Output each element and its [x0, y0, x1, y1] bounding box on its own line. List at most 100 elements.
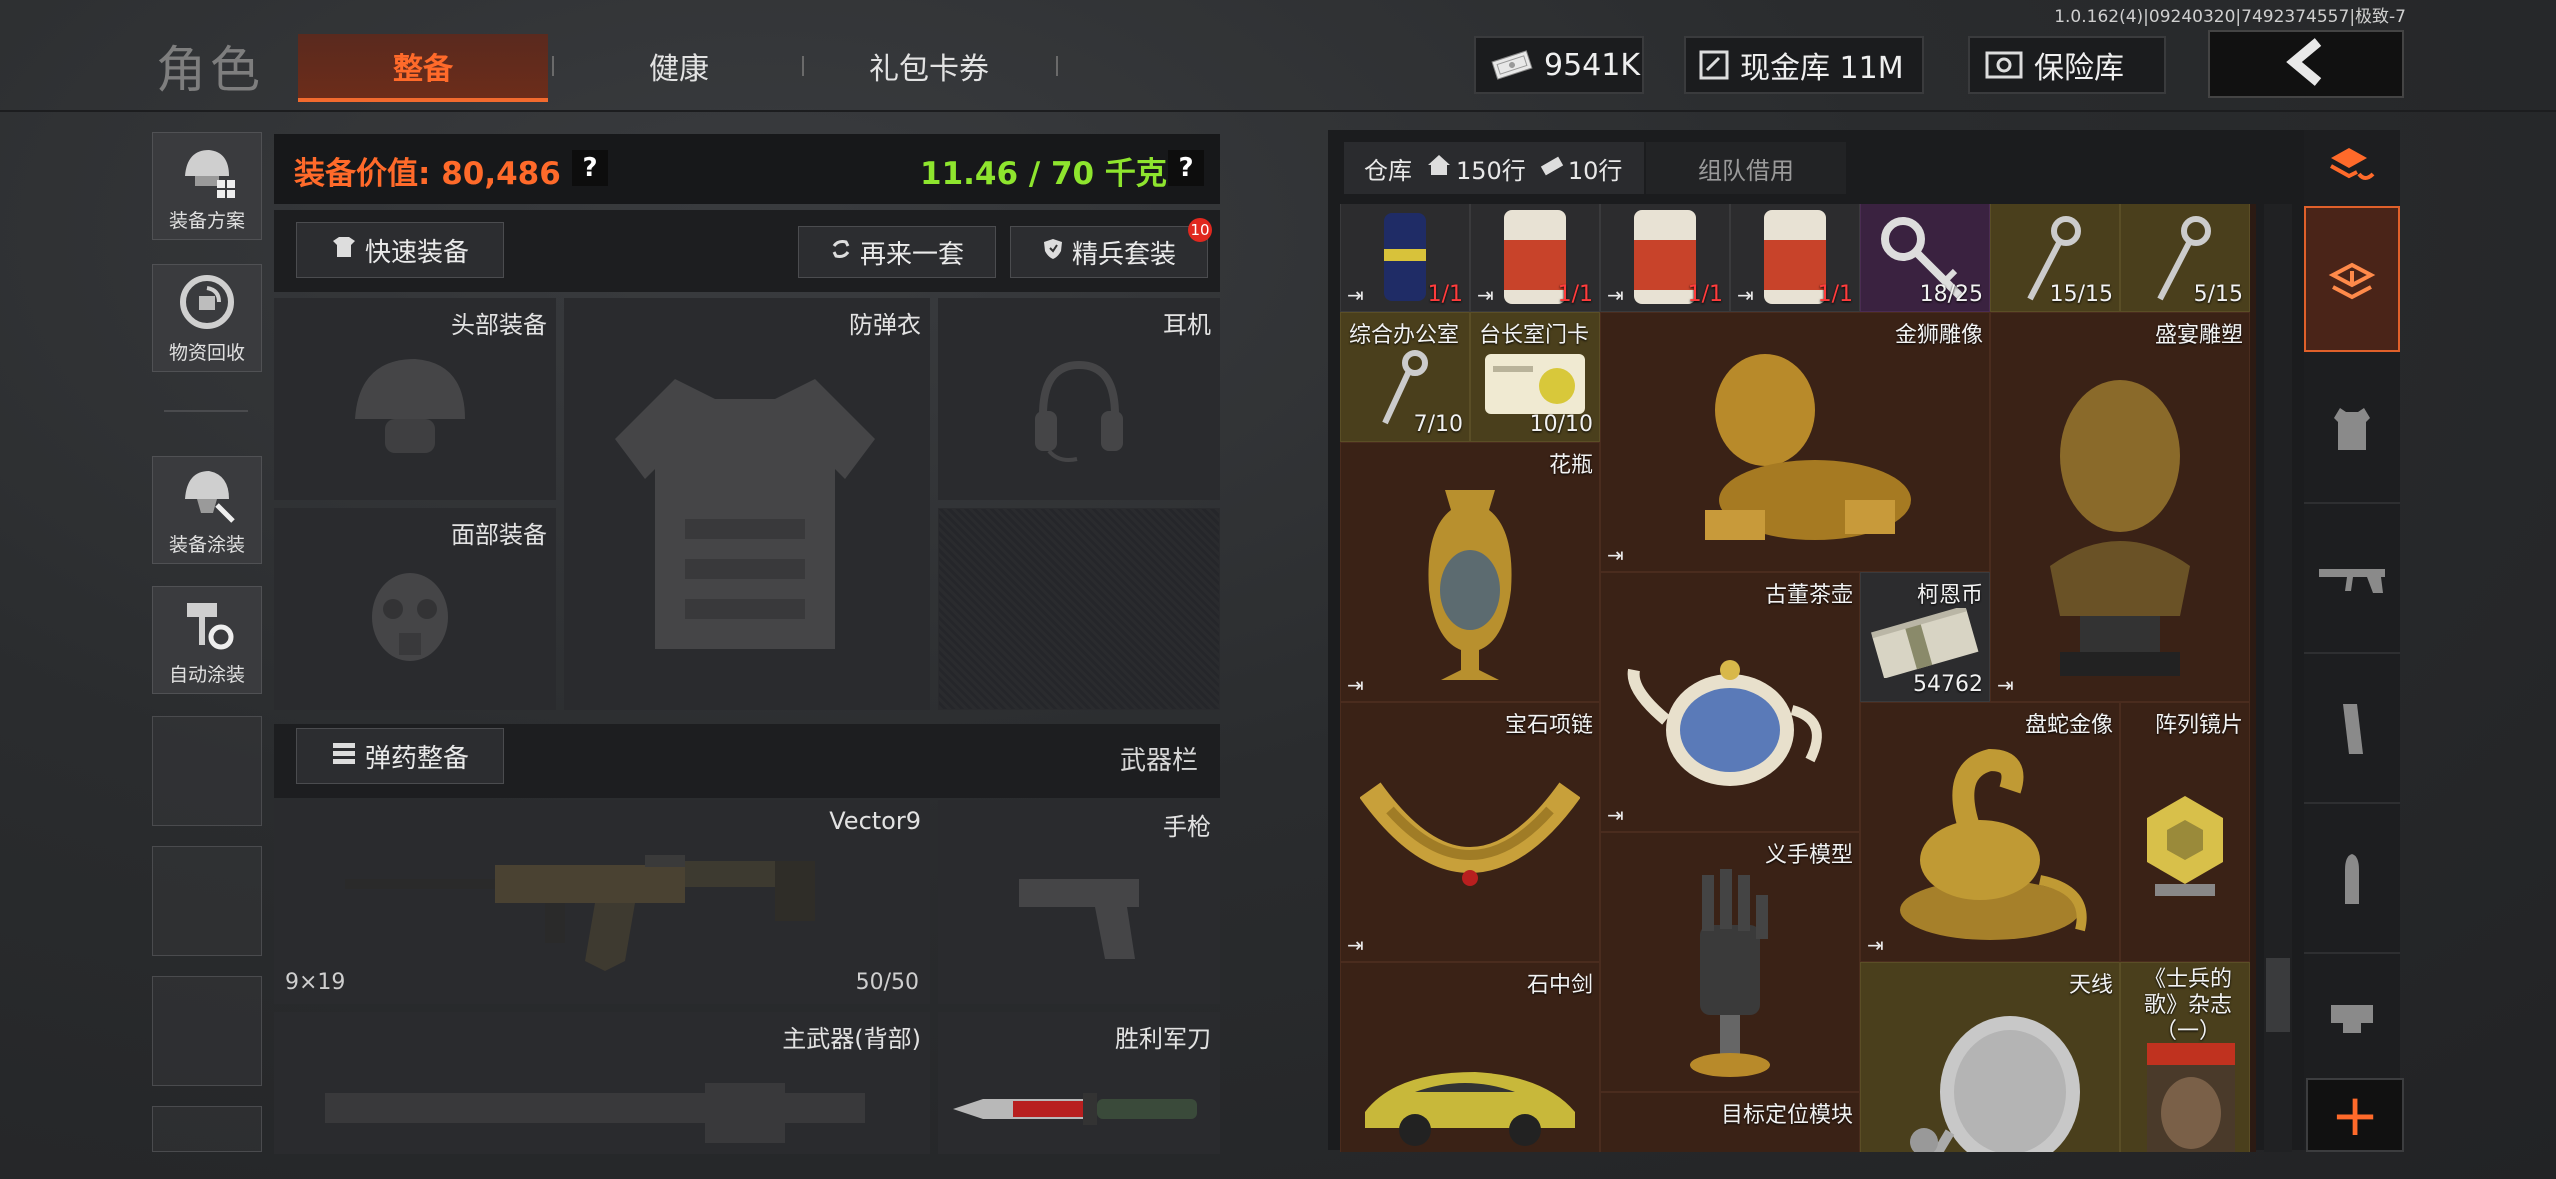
tab-gift-coupons[interactable]: 礼包卡券 [804, 34, 1054, 98]
weight-help-button[interactable]: ? [1168, 150, 1204, 186]
warehouse-grid: ⇥ 1/1 ⇥ 1/1 ⇥ 1/1 ⇥ 1/1 18/25 15/15 5/15… [1340, 204, 2256, 1152]
sidebar-empty-slot[interactable] [152, 1106, 262, 1152]
sidebar-empty-slot[interactable] [152, 846, 262, 956]
warehouse-item[interactable]: ⇥ 1/1 [1600, 204, 1730, 312]
cash-vault-button[interactable]: 现金库 11M [1684, 36, 1924, 94]
warehouse-item[interactable]: 18/25 [1860, 204, 1990, 312]
warehouse-item[interactable]: 金狮雕像 ⇥ [1600, 312, 1990, 572]
tab-health[interactable]: 健康 [554, 34, 804, 98]
safe-icon [1984, 49, 2024, 81]
tab-loadout[interactable]: 整备 [298, 34, 548, 102]
again-set-button[interactable]: 再来一套 [798, 226, 996, 278]
elite-set-label: 精兵套装 [1071, 239, 1176, 270]
warehouse-item[interactable]: 目标定位模块 [1600, 1092, 1860, 1152]
armor-slot[interactable]: 防弹衣 [564, 298, 930, 710]
warehouse-tab-label: 仓库 [1364, 156, 1412, 185]
back-weapon-slot[interactable]: 主武器(背部) [274, 1012, 930, 1154]
item-name: 宝石项链 [1504, 713, 1593, 738]
elite-set-badge: 10 [1188, 218, 1212, 242]
item-name: 天线 [2068, 973, 2113, 998]
warehouse-item[interactable]: 5/15 [2120, 204, 2250, 312]
face-gear-slot[interactable]: 面部装备 [274, 508, 556, 710]
warehouse-item[interactable]: 盘蛇金像 ⇥ [1860, 702, 2120, 962]
item-count: 1/1 [1817, 282, 1853, 307]
warehouse-item[interactable]: ⇥ 1/1 [1730, 204, 1860, 312]
warehouse-item[interactable]: 盛宴雕塑 ⇥ [1990, 312, 2250, 702]
item-name: 金狮雕像 [1894, 323, 1983, 348]
robot-hand-icon [1690, 868, 1770, 1077]
cash-stack-icon [1871, 608, 1979, 679]
slot-label: 面部装备 [451, 521, 547, 549]
team-borrow-tab[interactable]: 组队借用 [1646, 142, 1846, 194]
slot-label: 耳机 [1163, 311, 1211, 339]
item-name: 《士兵的歌》杂志（一） [2143, 967, 2232, 1044]
head-gear-slot[interactable]: 头部装备 [274, 298, 556, 500]
back-button[interactable] [2208, 30, 2404, 98]
can-icon [1384, 212, 1426, 301]
warehouse-item[interactable]: 综合办公室 7/10 [1340, 312, 1470, 442]
add-button[interactable]: + [2306, 1078, 2404, 1152]
warehouse-item[interactable]: ⇥ 1/1 [1340, 204, 1470, 312]
category-backpack[interactable] [2304, 206, 2400, 352]
primary-weapon-slot[interactable]: Vector9 9×19 50/50 [274, 800, 930, 1004]
page-title: 角色 [156, 41, 264, 99]
again-set-label: 再来一套 [859, 239, 964, 270]
satellite-dish-icon [1910, 1015, 2080, 1152]
warehouse-item[interactable]: 《士兵的歌》杂志（一） [2120, 962, 2250, 1152]
sort-refresh-button[interactable] [2304, 130, 2400, 202]
move-arrow-icon: ⇥ [1347, 673, 1364, 697]
category-armor[interactable] [2304, 356, 2400, 504]
sidebar-empty-slot[interactable] [152, 976, 262, 1086]
sidebar-item-skin[interactable]: 装备涂装 [152, 456, 262, 564]
category-ammo[interactable] [2304, 806, 2400, 954]
weapon-caliber: 9×19 [285, 970, 346, 995]
warehouse-item[interactable]: 古董茶壶 ⇥ [1600, 572, 1860, 832]
home-icon [1426, 153, 1452, 183]
warehouse-item[interactable]: 台长室门卡 10/10 [1470, 312, 1600, 442]
warehouse-item[interactable]: 天线 [1860, 962, 2120, 1152]
sidebar-item-loadout-plan[interactable]: 装备方案 [152, 132, 262, 240]
knife-slot[interactable]: 胜利军刀 [938, 1012, 1220, 1154]
item-count: 15/15 [2049, 282, 2113, 307]
move-arrow-icon: ⇥ [1347, 933, 1364, 957]
warehouse-item[interactable]: 柯恩币 54762 [1860, 572, 1990, 702]
pistol-slot[interactable]: 手枪 [938, 800, 1220, 1004]
warehouse-item[interactable]: 花瓶 ⇥ [1340, 442, 1600, 702]
ammo-prep-button[interactable]: 弹药整备 [296, 728, 504, 784]
warehouse-item[interactable]: 义手模型 [1600, 832, 1860, 1092]
warehouse-item[interactable]: 阵列镜片 [2120, 702, 2250, 962]
car-model-icon [1365, 1071, 1575, 1146]
warehouse-item[interactable]: ⇥ 1/1 [1470, 204, 1600, 312]
item-name: 古董茶壶 [1764, 583, 1853, 608]
ammo-prep-label: 弹药整备 [364, 743, 469, 774]
headset-slot[interactable]: 耳机 [938, 298, 1220, 500]
scrollbar-thumb[interactable] [2266, 958, 2290, 1032]
quick-equip-button[interactable]: 快速装备 [296, 222, 504, 278]
rifle-ghost-icon [325, 1083, 865, 1143]
move-arrow-icon: ⇥ [1607, 803, 1624, 827]
sidebar-empty-slot[interactable] [152, 716, 262, 826]
move-arrow-icon: ⇥ [1347, 283, 1364, 307]
slot-label: 防弹衣 [849, 311, 921, 339]
elite-set-button[interactable]: 精兵套装 [1010, 226, 1208, 278]
warehouse-ticket-rows: 10行 [1567, 156, 1623, 185]
currency-display[interactable]: 9541K [1474, 36, 1644, 94]
teapot-icon [1627, 659, 1822, 786]
safe-label: 保险库 [2034, 51, 2124, 86]
value-help-button[interactable]: ? [572, 150, 608, 186]
version-string: 1.0.162(4)|09240320|7492374557|极致-7 [2054, 7, 2406, 27]
warehouse-tab[interactable]: 仓库 150行 10行 [1344, 142, 1644, 194]
warehouse-item[interactable]: 石中剑 [1340, 962, 1600, 1152]
safe-vault-button[interactable]: 保险库 [1968, 36, 2166, 94]
sidebar-item-recycle[interactable]: 物资回收 [152, 264, 262, 372]
warehouse-item[interactable]: 15/15 [1990, 204, 2120, 312]
item-name: 阵列镜片 [2154, 713, 2243, 738]
item-count: 54762 [1913, 672, 1983, 697]
item-count: 1/1 [1687, 282, 1723, 307]
category-magazine[interactable] [2304, 656, 2400, 804]
vase-icon [1428, 489, 1512, 680]
category-rifle[interactable] [2304, 506, 2400, 654]
warehouse-item[interactable]: 宝石项链 ⇥ [1340, 702, 1600, 962]
category-attachment[interactable] [2304, 956, 2400, 1074]
sidebar-item-auto-skin[interactable]: 自动涂装 [152, 586, 262, 694]
